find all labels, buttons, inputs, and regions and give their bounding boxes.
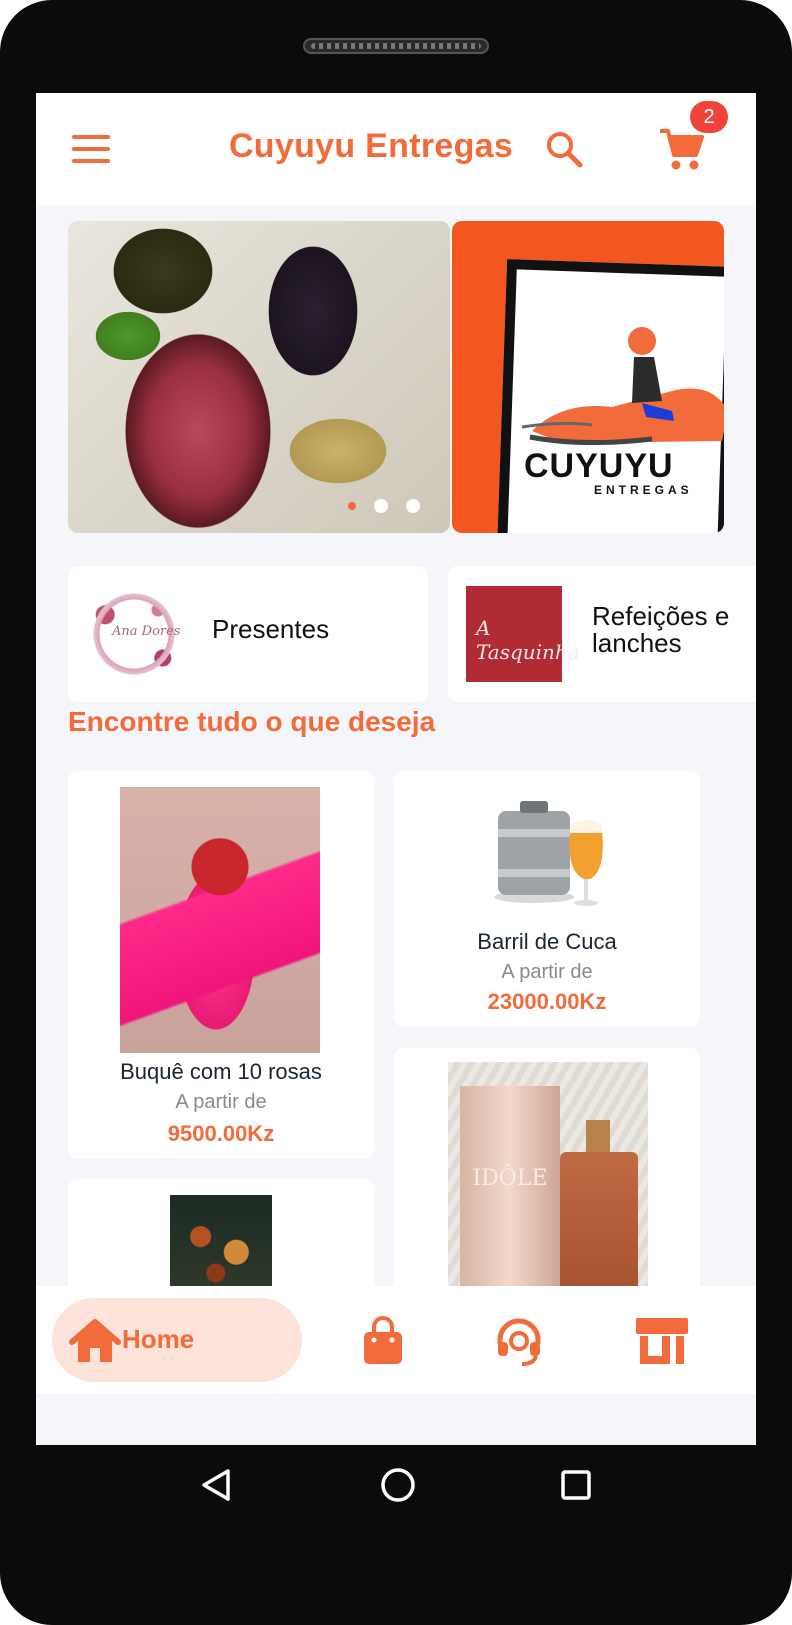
bag-icon[interactable] (358, 1316, 408, 1366)
cart-count-badge: 2 (690, 101, 728, 133)
product-card[interactable]: Barril de Cuca A partir de 23000.00Kz (394, 771, 700, 1027)
category-row: Ana Dores Presentes A Tasquinha Refeiçõe… (68, 566, 756, 702)
section-title: Encontre tudo o que deseja (68, 706, 436, 737)
top-app-bar: Cuyuyu Entregas 2 (36, 93, 756, 205)
product-name: Barril de Cuca (477, 929, 617, 954)
category-card-refeicoes[interactable]: A Tasquinha Refeições e lanches (448, 566, 756, 702)
product-image-perfume: IDÔLE (448, 1062, 648, 1308)
product-price-prefix: A partir de (501, 961, 593, 983)
delivery-scooter-icon (522, 327, 724, 446)
category-label: Refeições e lanches (592, 601, 730, 658)
product-image-bouquet (120, 787, 320, 1053)
carousel-dot[interactable] (374, 499, 388, 513)
product-card[interactable]: IDÔLE (394, 1048, 700, 1308)
app-title: Cuyuyu Entregas (228, 127, 514, 165)
carousel-indicator (348, 499, 420, 513)
category-image-floral-logo: Ana Dores (86, 586, 182, 682)
logo-subtitle: ENTREGAS (594, 483, 693, 497)
product-card[interactable] (68, 1179, 374, 1299)
product-name: Buquê com 10 rosas (120, 1059, 322, 1084)
product-card[interactable]: Buquê com 10 rosas A partir de 9500.00Kz (68, 771, 374, 1159)
product-price: 9500.00Kz (167, 1121, 275, 1146)
food-banner-image[interactable] (68, 221, 450, 533)
category-card-presentes[interactable]: Ana Dores Presentes (68, 566, 428, 702)
phone-frame: Cuyuyu Entregas 2 CUYUYU ENTREGAS Ana Do… (0, 0, 792, 1625)
app-screen: Cuyuyu Entregas 2 CUYUYU ENTREGAS Ana Do… (36, 93, 756, 1445)
carousel-dot-active[interactable] (348, 502, 356, 510)
category-image-restaurant-logo: A Tasquinha (466, 586, 580, 682)
hamburger-menu-icon[interactable] (72, 135, 110, 163)
product-price-prefix: A partir de (175, 1091, 267, 1113)
logo-wordmark: CUYUYU (524, 447, 674, 485)
headset-icon[interactable] (494, 1316, 544, 1366)
nav-home-label: Home (122, 1324, 195, 1354)
back-icon[interactable] (196, 1465, 236, 1505)
home-icon (69, 1319, 121, 1362)
system-navigation-bar (0, 1445, 792, 1525)
bottom-navigation: Home (36, 1286, 756, 1394)
carousel-dot[interactable] (406, 499, 420, 513)
search-icon[interactable] (544, 129, 584, 169)
nav-home-button[interactable]: Home (52, 1298, 302, 1382)
banner-carousel[interactable]: CUYUYU ENTREGAS (68, 221, 724, 533)
recent-apps-icon[interactable] (556, 1465, 596, 1505)
category-label: Presentes (212, 614, 330, 644)
cuyuyu-logo-banner[interactable]: CUYUYU ENTREGAS (452, 221, 724, 533)
product-price: 23000.00Kz (487, 989, 607, 1014)
product-image-keg (494, 801, 603, 906)
cart-icon[interactable] (658, 127, 704, 173)
product-image-snack-platter (170, 1195, 272, 1299)
store-icon[interactable] (632, 1316, 692, 1366)
speaker-grille (303, 38, 489, 54)
home-circle-icon[interactable] (378, 1465, 418, 1505)
